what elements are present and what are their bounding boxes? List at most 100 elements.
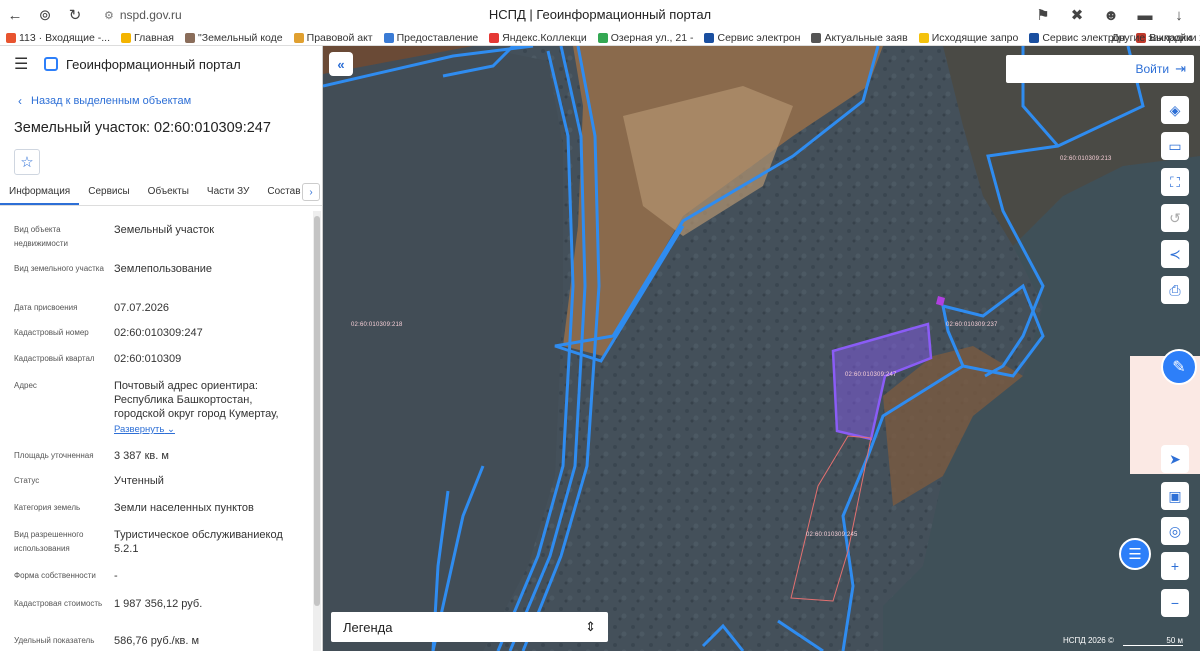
info-label: Удельный показатель <box>14 636 95 645</box>
extension-k-icon[interactable]: ✖ <box>1062 2 1092 28</box>
menu-icon[interactable]: ☰ <box>14 54 36 74</box>
tab-search-icon[interactable]: ▬ <box>1130 2 1160 28</box>
info-label: Кадастровая стоимость <box>14 599 103 608</box>
login-icon: ⇥ <box>1175 61 1186 76</box>
info-value: 02:60:010309 <box>114 353 182 365</box>
zoom-out-button[interactable]: − <box>1161 589 1189 617</box>
bookmark-label: Актуальные заяв <box>824 32 908 44</box>
info-value: Земли населенных пунктов <box>114 502 254 514</box>
legend-dropdown[interactable]: Легенда ⇕ <box>331 612 608 642</box>
info-value: Учтенный <box>114 475 164 487</box>
bookmark-item[interactable]: Сервис электрон <box>698 32 805 44</box>
extension-icon[interactable]: ⊚ <box>30 2 60 28</box>
history-icon[interactable]: ↺ <box>1161 204 1189 232</box>
info-label: Кадастровый номер <box>14 328 89 337</box>
bookmark-item[interactable]: 113 · Входящие -... <box>0 32 115 44</box>
app-title: Геоинформационный портал <box>66 56 241 72</box>
toolbar-right: ⚑ ✖ ☻ ▬ ↓ <box>1028 2 1194 28</box>
legend-label: Легенда <box>343 619 393 635</box>
info-label: Вид объекта недвижимости <box>14 225 68 248</box>
bookmark-favicon-icon <box>1029 33 1040 43</box>
bookmarks-bar: 113 · Входящие -... Главная "Земельный код… <box>0 30 1200 46</box>
print-icon[interactable]: ⎙ <box>1161 276 1189 304</box>
parcel-label: 02:60:010309:213 <box>1060 156 1112 162</box>
map-copyright: НСПД 2026 © <box>1063 636 1114 645</box>
layers-icon[interactable]: ◈ <box>1161 96 1189 124</box>
parcel-label: 02:60:010309:247 <box>845 372 897 378</box>
login-button[interactable]: Войти ⇥ <box>1006 55 1194 83</box>
other-bookmarks[interactable]: Другие закладки <box>1112 32 1192 44</box>
bookmark-label: Главная <box>134 32 174 44</box>
site-info-icon[interactable]: ⚙ <box>104 9 114 22</box>
back-link-label: Назад к выделенным объектам <box>31 95 192 107</box>
chat-icon[interactable]: ☰ <box>1119 538 1151 570</box>
tab-parts[interactable]: Части ЗУ <box>198 186 258 205</box>
bookmark-favicon-icon <box>597 33 608 43</box>
profile-icon[interactable]: ☻ <box>1096 2 1126 28</box>
info-tabs: Информация Сервисы Объекты Части ЗУ Сост… <box>0 178 322 206</box>
info-label: Категория земель <box>14 503 81 512</box>
bookmark-item[interactable]: Актуальные заяв <box>805 32 912 44</box>
bookmark-favicon-icon <box>489 33 500 43</box>
chevron-down-icon: ⌄ <box>167 424 175 435</box>
info-value: Почтовый адрес ориентира: Республика Баш… <box>114 380 279 420</box>
tab-services[interactable]: Сервисы <box>79 186 138 205</box>
chevron-updown-icon: ⇕ <box>585 619 596 634</box>
favorite-star-button[interactable]: ☆ <box>14 149 40 175</box>
bookmark-label: 113 · Входящие -... <box>19 32 111 44</box>
info-label: Кадастровый квартал <box>14 354 95 363</box>
bookmark-item[interactable]: Исходящие запро <box>913 32 1024 44</box>
expand-label: Развернуть <box>114 424 165 435</box>
collapse-panel-button[interactable]: « <box>329 52 353 76</box>
browser-chrome: ← ⊚ ↻ ⚙ nspd.gov.ru НСПД | Геоинформацио… <box>0 0 1200 46</box>
info-scrollbar-thumb[interactable] <box>314 216 320 606</box>
reload-icon[interactable]: ↻ <box>60 2 90 28</box>
bookmark-favicon-icon <box>293 33 304 43</box>
bookmark-item[interactable]: Озерная ул., 21 - <box>592 32 699 44</box>
geolocation-icon[interactable]: ➤ <box>1161 445 1189 473</box>
select-area-icon[interactable]: ⛶ <box>1161 168 1189 196</box>
ruler-icon[interactable]: ▭ <box>1161 132 1189 160</box>
expand-address-link[interactable]: Развернуть ⌄ <box>114 424 175 435</box>
tab-objects[interactable]: Объекты <box>139 186 198 205</box>
bookmark-label: Сервис электрон <box>717 32 801 44</box>
bookmark-item[interactable]: Предоставление <box>378 32 484 44</box>
bookmark-icon[interactable]: ⚑ <box>1028 2 1058 28</box>
locate-icon[interactable]: ◎ <box>1161 517 1189 545</box>
tab-information[interactable]: Информация <box>0 186 80 205</box>
info-value: 07.07.2026 <box>114 302 170 314</box>
back-to-selected-link[interactable]: ‹ Назад к выделенным объектам <box>0 82 322 108</box>
parcel-label: 02:60:010309:218 <box>351 322 403 328</box>
minimap-icon[interactable]: ▣ <box>1161 482 1189 510</box>
bookmark-favicon-icon <box>6 33 16 43</box>
back-arrow-icon[interactable]: ← <box>0 2 30 28</box>
bookmark-label: Озерная ул., 21 - <box>610 32 694 44</box>
bookmark-favicon-icon <box>185 33 195 43</box>
info-value: 1 987 356,12 руб. <box>114 598 203 610</box>
parcel-label: 02:60:010309:245 <box>806 532 858 538</box>
app-header: ☰ Геоинформационный портал <box>0 46 322 82</box>
assistant-icon[interactable]: ✎ <box>1161 349 1197 385</box>
zoom-in-button[interactable]: + <box>1161 552 1189 580</box>
bookmark-favicon-icon <box>704 33 715 43</box>
info-label: Площадь уточненная <box>14 451 94 460</box>
bookmark-item[interactable]: "Земельный коде <box>179 32 288 44</box>
tabs-scroll-right-button[interactable]: › <box>302 183 320 201</box>
share-icon[interactable]: ≺ <box>1161 240 1189 268</box>
map-scale: 50 м <box>1123 636 1183 646</box>
bookmark-item[interactable]: Правовой акт <box>288 32 378 44</box>
bookmark-label: Предоставление <box>396 32 479 44</box>
address-bar[interactable]: ⚙ nspd.gov.ru <box>96 4 190 26</box>
info-label: Адрес <box>14 381 37 390</box>
bookmark-favicon-icon <box>121 33 132 43</box>
map-view[interactable]: 02:60:010309:218 02:60:010309:213 02:60:… <box>323 46 1200 651</box>
info-value: 586,76 руб./кв. м <box>114 635 200 647</box>
bookmark-item[interactable]: Яндекс.Коллекци <box>483 32 592 44</box>
parcel-label: 02:60:010309:237 <box>946 322 998 328</box>
info-label: Дата присвоения <box>14 303 78 312</box>
bookmark-favicon-icon <box>811 33 822 43</box>
bookmark-item[interactable]: Главная <box>115 32 179 44</box>
info-label: Вид разрешенного использования <box>14 530 84 553</box>
info-value: Землепользование <box>114 263 213 275</box>
download-icon[interactable]: ↓ <box>1164 2 1194 28</box>
